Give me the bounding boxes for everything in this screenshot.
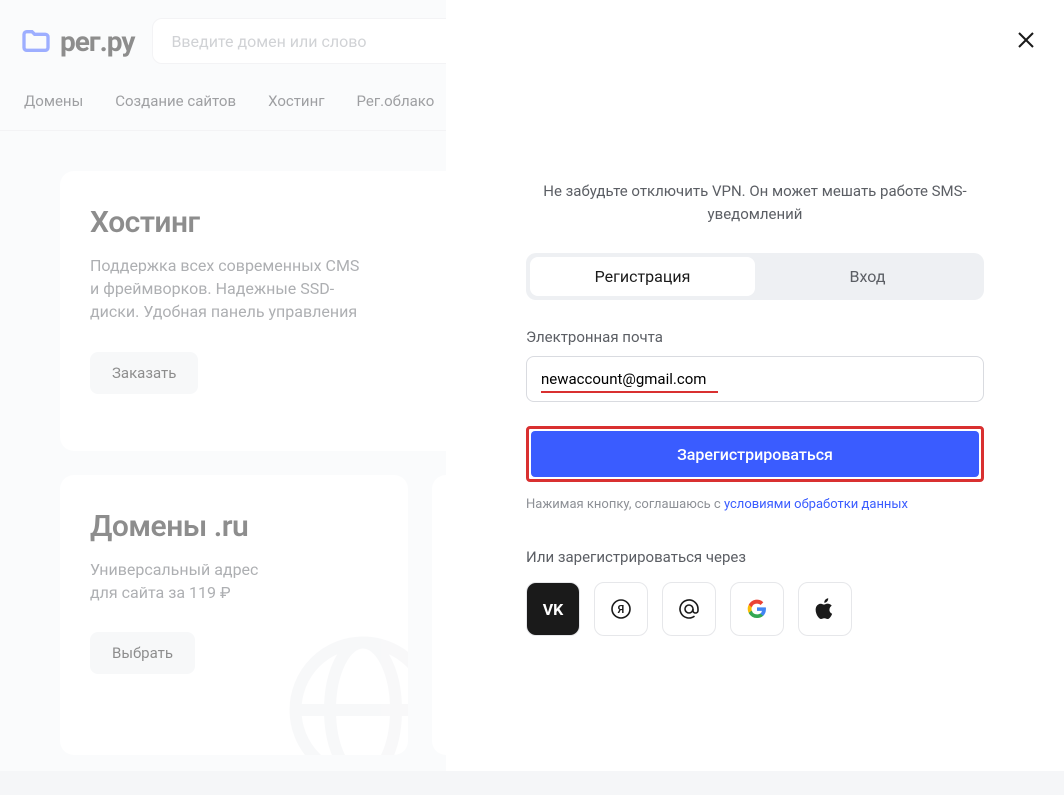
- terms-link[interactable]: условиями обработки данных: [724, 497, 908, 512]
- nav-cloud[interactable]: Рег.облако: [357, 92, 435, 110]
- svg-text:Я: Я: [617, 603, 625, 616]
- card-desc: Универсальный адрес для сайта за 119 ₽: [90, 558, 370, 604]
- google-icon: [747, 599, 767, 619]
- alt-register-label: Или зарегистрироваться через: [526, 548, 984, 566]
- at-icon: [678, 598, 700, 620]
- card-desc: Поддержка всех современных CMS и фреймво…: [90, 254, 370, 324]
- social-apple[interactable]: [798, 582, 852, 636]
- social-buttons: VK Я: [526, 582, 984, 636]
- folder-icon: [20, 25, 52, 57]
- social-yandex[interactable]: Я: [594, 582, 648, 636]
- email-label: Электронная почта: [526, 328, 984, 346]
- nav-site-builder[interactable]: Создание сайтов: [115, 92, 236, 110]
- yandex-icon: Я: [610, 598, 632, 620]
- social-vk[interactable]: VK: [526, 582, 580, 636]
- order-button[interactable]: Заказать: [90, 352, 198, 394]
- close-icon: [1017, 31, 1035, 49]
- apple-icon: [815, 598, 835, 620]
- terms-text: Нажимая кнопку, соглашаюсь с условиями о…: [526, 496, 984, 514]
- card-domains: Домены .ru Универсальный адрес для сайта…: [60, 475, 408, 755]
- register-highlight: Зарегистрироваться: [526, 426, 984, 482]
- auth-tabs: Регистрация Вход: [526, 253, 984, 300]
- vpn-notice: Не забудьте отключить VPN. Он может меша…: [526, 180, 984, 225]
- card-title: Домены .ru: [90, 509, 378, 544]
- auth-panel: Не забудьте отключить VPN. Он может меша…: [446, 0, 1064, 771]
- logo[interactable]: рег.ру: [20, 25, 134, 58]
- close-button[interactable]: [1014, 28, 1038, 52]
- nav-hosting[interactable]: Хостинг: [268, 92, 324, 110]
- select-button[interactable]: Выбрать: [90, 632, 195, 674]
- globe-decoration: [288, 635, 408, 755]
- brand-text: рег.ру: [60, 25, 134, 58]
- register-button[interactable]: Зарегистрироваться: [531, 431, 979, 477]
- social-google[interactable]: [730, 582, 784, 636]
- social-mail[interactable]: [662, 582, 716, 636]
- tab-register[interactable]: Регистрация: [530, 257, 755, 296]
- nav-domains[interactable]: Домены: [24, 92, 83, 110]
- email-field[interactable]: [526, 356, 984, 402]
- highlight-underline: [541, 391, 718, 393]
- tab-login[interactable]: Вход: [755, 257, 980, 296]
